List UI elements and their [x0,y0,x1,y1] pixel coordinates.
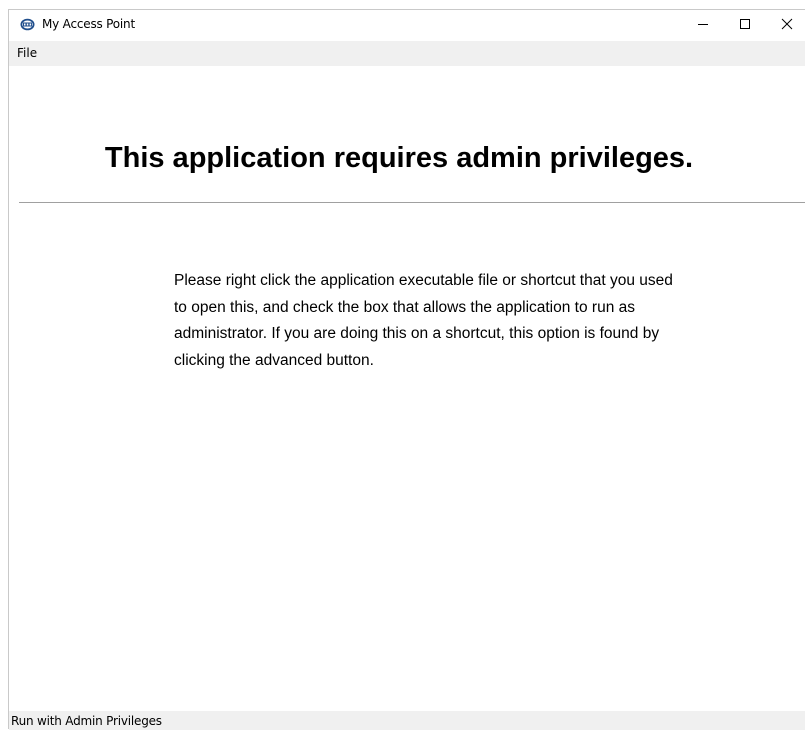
menu-file[interactable]: File [11,44,43,62]
minimize-icon [697,17,709,35]
maximize-icon [739,17,751,35]
status-text: Run with Admin Privileges [11,714,162,728]
page-heading: This application requires admin privileg… [104,142,694,174]
title-bar[interactable]: My Access Point [9,10,805,41]
close-icon [781,17,793,35]
close-button[interactable] [769,10,805,41]
maximize-button[interactable] [727,10,763,41]
status-bar: Run with Admin Privileges [9,711,805,730]
app-window: My Access Point File This application re… [8,9,805,730]
divider [19,202,805,203]
window-title: My Access Point [42,17,135,31]
menu-bar: File [9,41,805,66]
instruction-message: Please right click the application execu… [174,272,673,369]
app-logo-icon [20,18,35,31]
minimize-button[interactable] [685,10,721,41]
